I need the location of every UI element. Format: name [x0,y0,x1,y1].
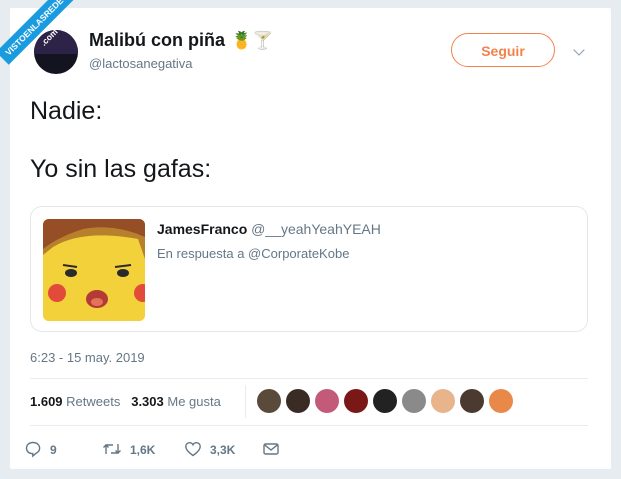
like-icon [185,441,201,457]
divider [30,378,588,379]
likes-label[interactable]: Me gusta [167,394,220,409]
liker-avatar[interactable] [489,389,513,413]
liker-avatar[interactable] [286,389,310,413]
quoted-reply-context: En respuesta a @CorporateKobe [157,246,350,261]
pikachu-image[interactable] [43,219,145,321]
tweet-line-1: Nadie: [30,97,103,125]
tweet-line-2: Yo sin las gafas: [30,155,212,183]
stats-row: 1.609 Retweets 3.303 Me gusta [30,394,221,409]
like-action-count: 3,3K [210,443,236,457]
timestamp[interactable]: 6:23 - 15 may. 2019 [30,350,145,365]
chevron-down-icon[interactable] [573,44,585,56]
reply-count: 9 [50,443,57,457]
stats-divider [245,385,246,418]
user-name[interactable]: Malibú con piña 🍍🍸 [89,30,273,51]
retweet-icon [103,444,121,454]
retweets-label[interactable]: Retweets [66,394,120,409]
tweet-text: Nadie: Yo sin las gafas: [30,96,211,184]
user-name-text: Malibú con piña [89,30,226,50]
liker-avatar[interactable] [402,389,426,413]
tweet-card: Malibú con piña 🍍🍸 @lactosanegativa Segui… [10,8,611,469]
reply-icon [25,441,41,458]
watermark-ribbon: VISTOENLASREDES .com [0,0,80,80]
quoted-name: JamesFranco [157,221,248,237]
divider [30,425,588,426]
liker-avatar[interactable] [344,389,368,413]
user-handle[interactable]: @lactosanegativa [89,56,193,71]
retweet-count[interactable]: 1.609 [30,394,63,409]
name-emoji: 🍍🍸 [231,31,274,50]
quoted-handle: @__yeahYeahYEAH [251,221,381,237]
quoted-author[interactable]: JamesFranco @__yeahYeahYEAH [157,221,381,237]
liker-avatar[interactable] [373,389,397,413]
liker-avatar[interactable] [460,389,484,413]
watermark-text: VISTOENLASREDES .com [0,0,77,65]
liker-avatar[interactable] [257,389,281,413]
retweet-action-count: 1,6K [130,443,156,457]
pikachu-drawing [43,219,145,321]
liker-avatar[interactable] [315,389,339,413]
likes-count[interactable]: 3.303 [131,394,164,409]
liker-avatar[interactable] [431,389,455,413]
follow-button[interactable]: Seguir [451,33,555,67]
message-icon [263,443,279,455]
quoted-tweet[interactable]: JamesFranco @__yeahYeahYEAH En respuesta… [30,206,588,332]
